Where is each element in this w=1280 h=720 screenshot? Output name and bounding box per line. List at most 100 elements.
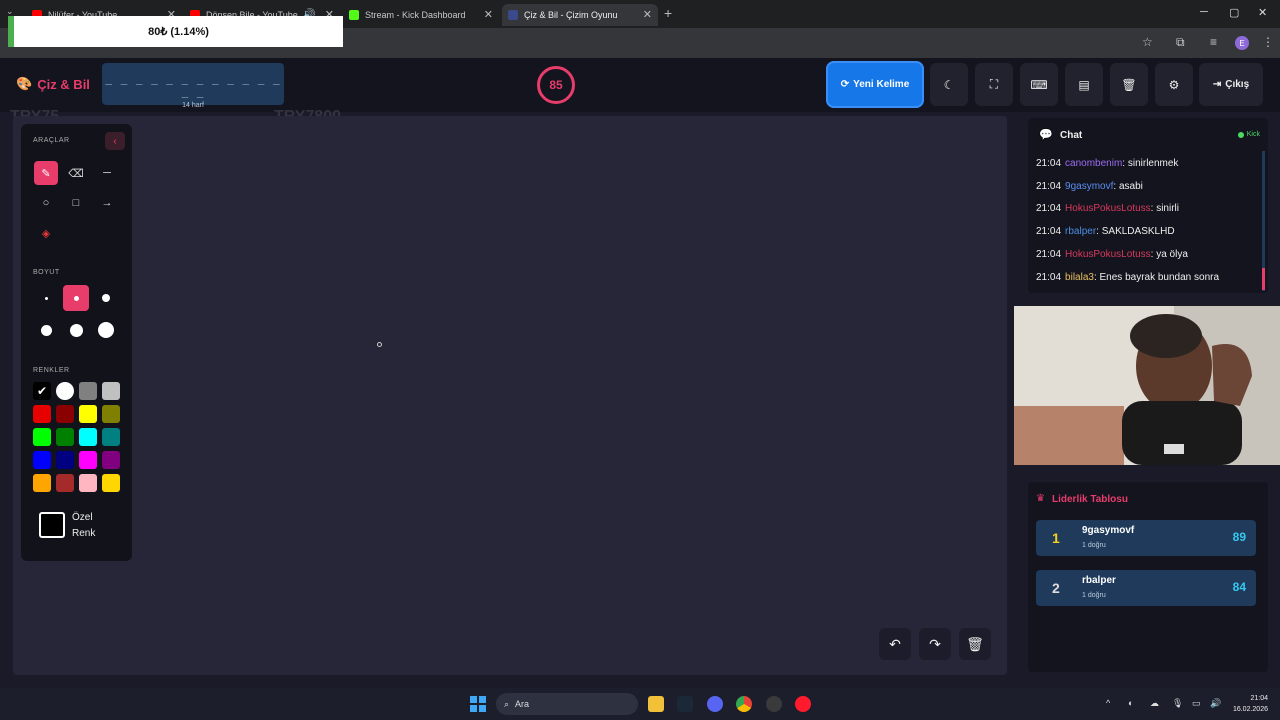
discord-icon[interactable] — [707, 696, 723, 712]
settings-button[interactable]: ⚙ — [1155, 63, 1193, 106]
size-4[interactable] — [33, 317, 59, 343]
close-icon[interactable]: ✕ — [484, 8, 493, 21]
color-swatch[interactable] — [102, 474, 120, 492]
chat-username[interactable]: HokusPokusLotuss — [1065, 203, 1151, 214]
minimize-icon[interactable]: ─ — [1200, 6, 1208, 18]
fill-tool[interactable]: ◈ — [34, 221, 58, 245]
window-close-icon[interactable]: ✕ — [1258, 6, 1267, 19]
windows-start-icon[interactable] — [470, 696, 486, 712]
color-swatch[interactable] — [79, 474, 97, 492]
collapse-panel-button[interactable]: ‹ — [105, 132, 125, 150]
file-explorer-icon[interactable] — [648, 696, 664, 712]
fullscreen-button[interactable]: ⛶ — [975, 63, 1013, 106]
opera-icon[interactable] — [795, 696, 811, 712]
maximize-icon[interactable]: ▢ — [1229, 6, 1239, 19]
chat-message: 21:04 rbalper: SAKLDASKLHD — [1036, 226, 1175, 237]
logout-button[interactable]: ⇥ Çıkış — [1199, 63, 1263, 106]
redo-button[interactable]: ↷ — [919, 628, 951, 660]
color-swatch[interactable] — [56, 451, 74, 469]
kick-icon — [349, 10, 359, 20]
overlay-streamer-text: YAYINCI İHC — [142, 1, 201, 12]
chat-scrollbar-thumb[interactable] — [1262, 268, 1265, 290]
leaderboard-name: 9gasymovf — [1082, 525, 1135, 536]
undo-button[interactable]: ↶ — [879, 628, 911, 660]
leaderboard-name: rbalper — [1082, 575, 1116, 586]
obs-icon[interactable] — [766, 696, 782, 712]
app-logo: 🎨 Çiz & Bil — [16, 76, 90, 92]
volume-icon[interactable]: 🔊 — [1210, 698, 1221, 709]
color-swatch[interactable]: ✔ — [33, 382, 51, 400]
microphone-icon[interactable]: 🎙 — [1172, 698, 1183, 709]
clear-canvas-button[interactable]: 🗑 — [959, 628, 991, 660]
eraser-tool[interactable]: ⌫ — [64, 161, 88, 185]
chat-username[interactable]: HokusPokusLotuss — [1065, 249, 1151, 260]
circle-tool[interactable]: ○ — [34, 191, 58, 215]
chat-text: : sinirli — [1150, 203, 1179, 215]
color-swatch[interactable] — [33, 451, 51, 469]
size-6[interactable] — [93, 317, 119, 343]
delete-button[interactable]: 🗑 — [1110, 63, 1148, 106]
brush-tool[interactable]: ✎ — [34, 161, 58, 185]
color-swatch[interactable] — [33, 474, 51, 492]
arrow-tool[interactable]: → — [95, 191, 119, 215]
bookmark-star-icon[interactable]: ☆ — [1142, 35, 1153, 49]
new-word-button[interactable]: ⟳ Yeni Kelime — [826, 61, 924, 108]
close-icon[interactable]: ✕ — [643, 8, 652, 21]
color-swatch[interactable] — [102, 451, 120, 469]
taskbar-search[interactable]: ⌕ Ara — [496, 693, 638, 715]
word-hint-box: _ _ _ _ _ _ _ _ _ _ _ _ _ _ 14 harf — [102, 63, 284, 109]
size-5[interactable] — [63, 317, 89, 343]
color-swatch[interactable] — [56, 474, 74, 492]
menu-dots-icon[interactable]: ⋮ — [1262, 35, 1274, 49]
chat-username[interactable]: 9gasymovf — [1065, 181, 1113, 192]
leaderboard-score: 84 — [1232, 580, 1246, 594]
archive-button[interactable]: ▤ — [1065, 63, 1103, 106]
app-header: TRY75 TRY7800 🎨 Çiz & Bil _ _ _ _ _ _ _ … — [0, 58, 1280, 125]
chrome-icon[interactable] — [736, 696, 752, 712]
color-swatch[interactable] — [79, 382, 97, 400]
extensions-icon[interactable]: ⧉ — [1176, 35, 1185, 50]
new-tab-button[interactable]: + — [664, 5, 672, 21]
color-swatch[interactable] — [102, 428, 120, 446]
color-swatch[interactable] — [79, 405, 97, 423]
redo-icon: ↷ — [929, 635, 941, 652]
brush-cursor — [377, 342, 382, 347]
chat-username[interactable]: rbalper — [1065, 226, 1096, 237]
monitor-icon[interactable]: ▭ — [1192, 698, 1201, 709]
refresh-icon: ⟳ — [840, 79, 850, 90]
steam-icon[interactable] — [677, 696, 693, 712]
color-swatch[interactable] — [56, 405, 74, 423]
chat-username[interactable]: canombenim — [1065, 158, 1122, 169]
keyboard-icon: ⌨ — [1030, 77, 1048, 92]
color-swatch[interactable] — [79, 451, 97, 469]
dark-mode-button[interactable]: ☾ — [930, 63, 968, 106]
rectangle-tool[interactable]: □ — [64, 191, 88, 215]
taskbar-clock[interactable]: 21:04 16.02.2026 — [1233, 693, 1268, 715]
clock-time: 21:04 — [1250, 695, 1268, 702]
tool-panel: ARAÇLAR ‹ ✎ ⌫ ─ ○ □ → ◈ BOYUT RENKLER ✔ … — [21, 124, 132, 561]
custom-color-swatch[interactable] — [39, 512, 65, 538]
tray-app-icon[interactable]: ◐ — [1128, 698, 1133, 708]
size-2[interactable] — [63, 285, 89, 311]
color-swatch[interactable] — [56, 382, 74, 400]
chevron-up-icon[interactable]: ^ — [1106, 698, 1110, 708]
color-swatch[interactable] — [79, 428, 97, 446]
profile-avatar[interactable]: E — [1235, 36, 1249, 50]
drawing-canvas[interactable]: ↶ ↷ 🗑 — [13, 116, 1007, 675]
donation-progress-bar: 80₺ (1.14%) — [8, 16, 343, 47]
tab-ciz-bil[interactable]: Çiz & Bil - Çizim Oyunu ✕ — [502, 4, 658, 26]
color-swatch[interactable] — [102, 405, 120, 423]
keyboard-button[interactable]: ⌨ — [1020, 63, 1058, 106]
color-swatch[interactable] — [56, 428, 74, 446]
line-tool[interactable]: ─ — [95, 161, 119, 185]
color-swatch[interactable] — [33, 405, 51, 423]
color-swatch[interactable] — [102, 382, 120, 400]
tab-kick-dashboard[interactable]: Stream - Kick Dashboard ✕ — [343, 4, 499, 26]
cloud-icon[interactable]: ☁ — [1150, 698, 1159, 709]
chat-username[interactable]: bilala3 — [1065, 272, 1094, 283]
size-3[interactable] — [93, 285, 119, 311]
size-1[interactable] — [33, 285, 59, 311]
reading-list-icon[interactable]: ≡ — [1210, 35, 1217, 49]
color-swatch[interactable] — [33, 428, 51, 446]
chat-time: 21:04 — [1036, 226, 1062, 238]
